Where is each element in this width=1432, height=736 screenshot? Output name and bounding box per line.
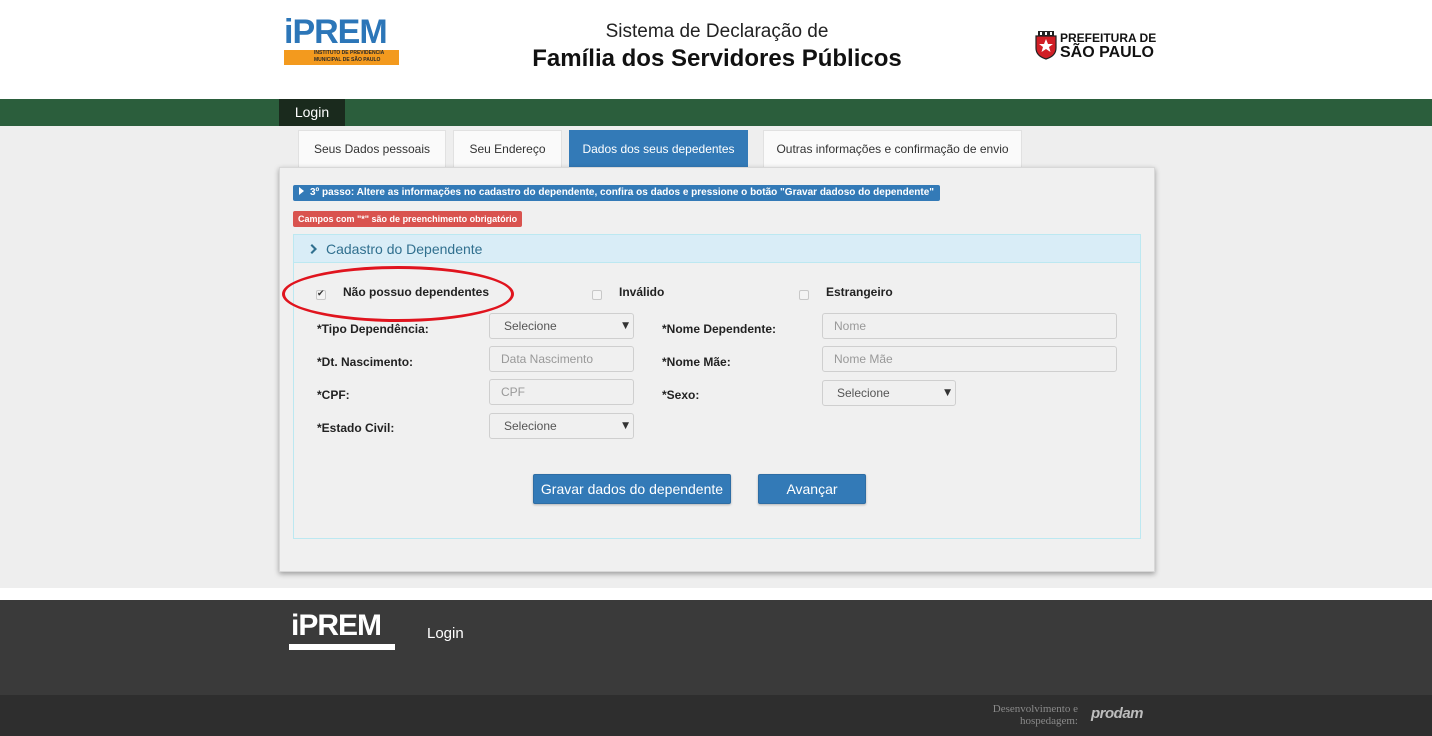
sexo-select[interactable]: Selecione ▼ — [822, 380, 956, 406]
development-credit-line1: Desenvolvimento e — [992, 703, 1078, 715]
development-credit-text: Desenvolvimento e hospedagem: — [960, 703, 1078, 727]
cpf-label: *CPF: — [317, 388, 350, 402]
step-instruction-badge: 3º passo: Altere as informações no cadas… — [293, 185, 941, 201]
prodam-logo[interactable]: prodam — [1091, 705, 1144, 723]
estado-civil-label: *Estado Civil: — [317, 421, 395, 435]
dt-nascimento-input[interactable]: Data Nascimento — [489, 346, 634, 372]
header: iPREM INSTITUTO DE PREVIDÊNCIA MUNICIPAL… — [0, 0, 1432, 99]
no-dependents-label: Não possuo dependentes — [343, 285, 490, 299]
tab-outras-informacoes[interactable]: Outras informações e confirmação de envi… — [763, 130, 1022, 167]
chevron-right-icon — [310, 244, 317, 254]
estado-civil-value: Selecione — [504, 419, 557, 433]
footer — [0, 600, 1432, 695]
cpf-input[interactable]: CPF — [489, 379, 634, 405]
section-header[interactable]: Cadastro do Dependente — [294, 235, 1140, 263]
dropdown-arrow-icon: ▼ — [622, 321, 629, 331]
iprem-logo[interactable]: iPREM INSTITUTO DE PREVIDÊNCIA MUNICIPAL… — [284, 15, 399, 67]
page-title-line2: Família dos Servidores Públicos — [532, 45, 902, 72]
section-title: Cadastro do Dependente — [326, 241, 483, 257]
top-navbar: Login — [0, 99, 1432, 126]
dropdown-arrow-icon: ▼ — [944, 388, 951, 398]
tipo-dependencia-select[interactable]: Selecione ▼ — [489, 313, 634, 339]
caret-right-icon — [299, 187, 304, 195]
invalid-checkbox[interactable] — [592, 290, 602, 300]
footer-bottom-bar — [0, 695, 1432, 736]
nav-login-link[interactable]: Login — [279, 99, 345, 126]
page-title: Sistema de Declaração de Família dos Ser… — [460, 20, 974, 74]
nome-mae-input[interactable]: Nome Mãe — [822, 346, 1117, 372]
foreigner-label: Estrangeiro — [826, 285, 893, 299]
next-button[interactable]: Avançar — [758, 474, 866, 504]
development-credit-line2: hospedagem: — [1019, 715, 1078, 727]
step-instruction-text: 3º passo: Altere as informações no cadas… — [310, 187, 935, 198]
estado-civil-select[interactable]: Selecione ▼ — [489, 413, 634, 439]
prefeitura-text-line2: SÃO PAULO — [1060, 44, 1154, 61]
nome-mae-label: *Nome Mãe: — [662, 355, 731, 369]
sexo-value: Selecione — [837, 386, 890, 400]
save-dependent-button[interactable]: Gravar dados do dependente — [533, 474, 731, 504]
page-title-line1: Sistema de Declaração de — [605, 21, 829, 42]
footer-logo-word: iPREM — [291, 609, 382, 642]
prefeitura-logo[interactable]: PREFEITURA DE SÃO PAULO — [1034, 30, 1156, 62]
iprem-logo-word: iPREM — [284, 13, 388, 51]
invalid-label: Inválido — [619, 285, 665, 299]
tab-dados-dependentes[interactable]: Dados dos seus depedentes — [569, 130, 748, 167]
dt-nascimento-label: *Dt. Nascimento: — [317, 355, 414, 369]
tab-seu-endereco[interactable]: Seu Endereço — [453, 130, 562, 167]
iprem-logo-subtitle-2: MUNICIPAL DE SÃO PAULO — [314, 57, 381, 63]
foreigner-checkbox[interactable] — [799, 290, 809, 300]
no-dependents-checkbox[interactable] — [316, 288, 326, 300]
nome-dependente-input[interactable]: Nome — [822, 313, 1117, 339]
iprem-logo-bar: INSTITUTO DE PREVIDÊNCIA MUNICIPAL DE SÃ… — [284, 50, 399, 65]
tipo-dependencia-label: *Tipo Dependência: — [317, 322, 429, 336]
footer-login-link[interactable]: Login — [427, 625, 464, 643]
tipo-dependencia-value: Selecione — [504, 319, 557, 333]
footer-iprem-logo[interactable]: iPREM — [289, 610, 395, 652]
sao-paulo-coat-of-arms-icon — [1035, 31, 1057, 60]
required-fields-badge: Campos com "*" são de preenchimento obri… — [293, 211, 523, 227]
footer-logo-underline — [289, 644, 395, 650]
tab-seus-dados-pessoais[interactable]: Seus Dados pessoais — [298, 130, 446, 167]
iprem-logo-subtitle-1: INSTITUTO DE PREVIDÊNCIA — [314, 50, 385, 56]
dropdown-arrow-icon: ▼ — [622, 421, 629, 431]
sexo-label: *Sexo: — [662, 388, 700, 402]
nome-dependente-label: *Nome Dependente: — [662, 322, 777, 336]
